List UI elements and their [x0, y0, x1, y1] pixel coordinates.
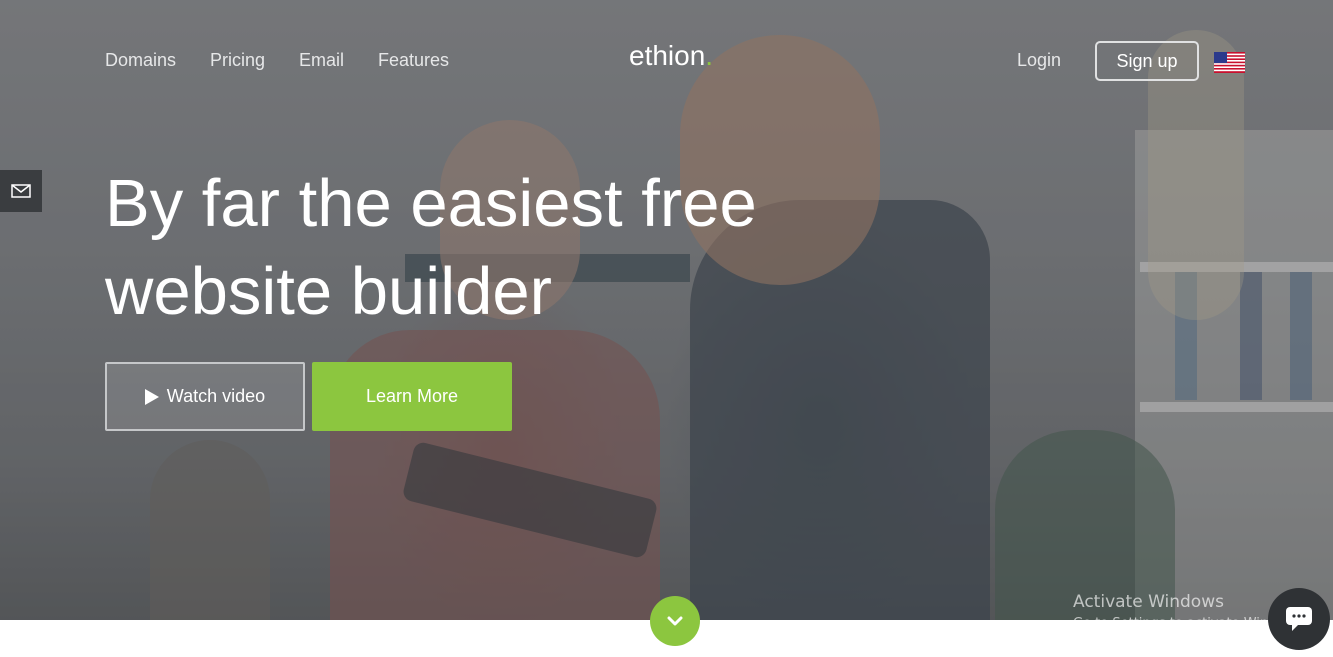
- brand-logo[interactable]: ethion.: [629, 40, 713, 72]
- nav-link-features[interactable]: Features: [378, 50, 449, 71]
- signup-button[interactable]: Sign up: [1095, 41, 1199, 81]
- us-flag-icon[interactable]: [1214, 52, 1245, 73]
- nav-link-email[interactable]: Email: [299, 50, 344, 71]
- chat-icon: [1286, 607, 1312, 631]
- chevron-down-icon: [667, 616, 683, 626]
- mail-icon[interactable]: [0, 170, 42, 212]
- watch-video-button[interactable]: Watch video: [105, 362, 305, 431]
- learn-more-label: Learn More: [365, 386, 459, 406]
- logo-dot: .: [705, 40, 714, 71]
- play-icon: [144, 388, 159, 405]
- nav-link-pricing[interactable]: Pricing: [210, 50, 265, 71]
- scroll-down-button[interactable]: [650, 596, 700, 646]
- watch-video-label: Watch video: [166, 386, 266, 406]
- nav-link-domains[interactable]: Domains: [105, 50, 176, 71]
- login-link[interactable]: Login: [1017, 50, 1061, 71]
- learn-more-button[interactable]: Learn More: [312, 362, 512, 431]
- headline-line-1: By far the easiest free: [105, 166, 757, 241]
- chat-button[interactable]: [1268, 588, 1330, 650]
- headline-line-2: website builder: [105, 254, 552, 329]
- hero-headline: By far the easiest free website builder: [105, 160, 865, 336]
- logo-text: ethion: [629, 40, 706, 71]
